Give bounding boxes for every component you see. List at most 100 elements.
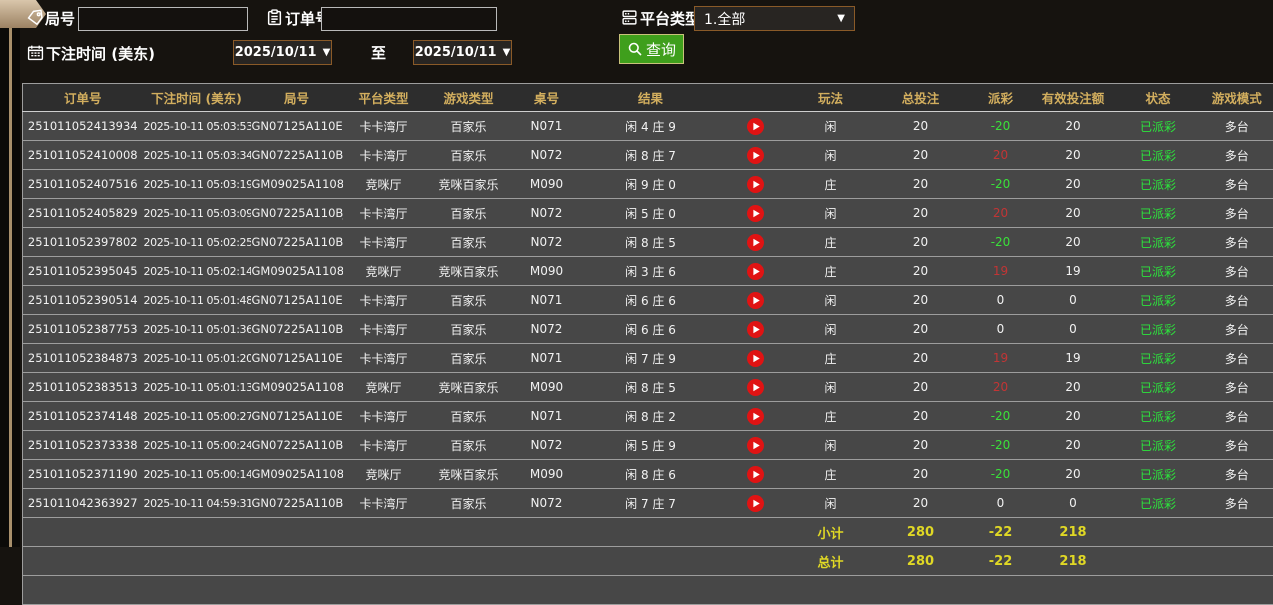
replay-icon [747,495,764,512]
cell-game-type: 竞咪百家乐 [425,373,513,402]
replay-button[interactable] [747,466,764,483]
cell-replay [721,257,791,286]
cell-valid-bet: 20 [1031,199,1116,228]
cell-order-no: 251011052390514 [23,286,143,315]
column-header: 游戏类型 [425,84,513,112]
cell-table-no: N071 [513,112,581,141]
column-header [721,84,791,112]
cell-blank [23,576,1273,605]
cell-blank [1201,547,1273,576]
table-row: 2510110524058292025-10-11 05:03:09GN0722… [23,199,1273,228]
cell-status: 已派彩 [1116,315,1201,344]
cell-game-type: 百家乐 [425,489,513,518]
cell-payout: -20 [971,402,1031,431]
cell-valid-bet: 20 [1031,373,1116,402]
cell-table-no: N071 [513,402,581,431]
date-to-value: 2025/10/11 [415,45,497,60]
replay-icon [747,379,764,396]
replay-button[interactable] [747,118,764,135]
replay-button[interactable] [747,350,764,367]
cell-platform-type: 竞咪厅 [343,257,425,286]
cell-platform-type: 卡卡湾厅 [343,228,425,257]
cell-play-type: 闲 [791,373,871,402]
cell-result: 闲 7 庄 9 [581,344,721,373]
table-row: 2510110523877532025-10-11 05:01:36GN0722… [23,315,1273,344]
cell-play-type: 庄 [791,170,871,199]
cell-payout: -20 [971,112,1031,141]
replay-button[interactable] [747,205,764,222]
cell-bet-total: 20 [871,257,971,286]
cell-result: 闲 5 庄 0 [581,199,721,228]
cell-round-no: GM09025A1108N [251,373,343,402]
cell-payout: 19 [971,344,1031,373]
column-header: 桌号 [513,84,581,112]
replay-button[interactable] [747,437,764,454]
cell-table-no: N072 [513,228,581,257]
cell-platform-type: 竞咪厅 [343,460,425,489]
cell-valid-bet: 0 [1031,489,1116,518]
cell-status: 已派彩 [1116,402,1201,431]
platform-select[interactable]: 1.全部 ▼ [694,6,855,31]
replay-button[interactable] [747,379,764,396]
replay-button[interactable] [747,147,764,164]
cell-bet-time: 2025-10-11 05:01:13 [143,373,251,402]
table-row: 2510110523978022025-10-11 05:02:25GN0722… [23,228,1273,257]
cell-replay [721,489,791,518]
replay-icon [747,263,764,280]
date-from-select[interactable]: 2025/10/11 ▼ [233,40,332,65]
cell-game-type: 竞咪百家乐 [425,257,513,286]
table-row: 2510110523835132025-10-11 05:01:13GM0902… [23,373,1273,402]
table-row: 2510110523950452025-10-11 05:02:14GM0902… [23,257,1273,286]
cell-game-type: 百家乐 [425,315,513,344]
cell-replay [721,170,791,199]
cell-round-no: GN07125A110ER [251,112,343,141]
cell-bet-total: 20 [871,286,971,315]
replay-button[interactable] [747,234,764,251]
cell-result: 闲 4 庄 9 [581,112,721,141]
collapsed-sidebar-edge [0,0,22,547]
empty-row [23,576,1273,605]
replay-button[interactable] [747,176,764,193]
round-input[interactable] [78,7,248,31]
search-button[interactable]: 查询 [619,34,684,64]
cell-game-mode: 多台 [1201,141,1273,170]
round-filter-label: 局号 [45,8,75,29]
cell-result: 闲 3 庄 6 [581,257,721,286]
cell-replay [721,286,791,315]
cell-blank [1116,547,1201,576]
cell-status: 已派彩 [1116,344,1201,373]
bet-records-table: 订单号下注时间 (美东)局号平台类型游戏类型桌号结果玩法总投注派彩有效投注额状态… [22,83,1273,605]
replay-button[interactable] [747,292,764,309]
replay-button[interactable] [747,495,764,512]
cell-result: 闲 5 庄 9 [581,431,721,460]
order-input[interactable] [321,7,497,31]
cell-play-type: 庄 [791,228,871,257]
total-row-valid-bet: 218 [1031,547,1116,576]
replay-icon [747,350,764,367]
bet-records-page: { "colors":{ "gold":"#d2ae5e", "green":"… [0,0,1273,547]
replay-button[interactable] [747,263,764,280]
replay-icon [747,408,764,425]
cell-blank [23,518,791,547]
cell-bet-time: 2025-10-11 05:03:19 [143,170,251,199]
replay-button[interactable] [747,321,764,338]
cell-payout: 0 [971,286,1031,315]
cell-bet-total: 20 [871,460,971,489]
cell-result: 闲 8 庄 7 [581,141,721,170]
column-header: 平台类型 [343,84,425,112]
cell-round-no: GN07225A110BK [251,141,343,170]
cell-table-no: N071 [513,286,581,315]
cell-bet-time: 2025-10-11 05:00:27 [143,402,251,431]
cell-bet-total: 20 [871,199,971,228]
cell-round-no: GM09025A1108M [251,460,343,489]
server-icon [621,9,638,26]
replay-button[interactable] [747,408,764,425]
tag-icon [27,9,44,26]
date-to-select[interactable]: 2025/10/11 ▼ [413,40,512,65]
cell-status: 已派彩 [1116,373,1201,402]
chevron-down-icon: ▼ [503,47,511,58]
cell-status: 已派彩 [1116,112,1201,141]
cell-bet-total: 20 [871,112,971,141]
replay-icon [747,292,764,309]
subtotal-row-valid-bet: 218 [1031,518,1116,547]
